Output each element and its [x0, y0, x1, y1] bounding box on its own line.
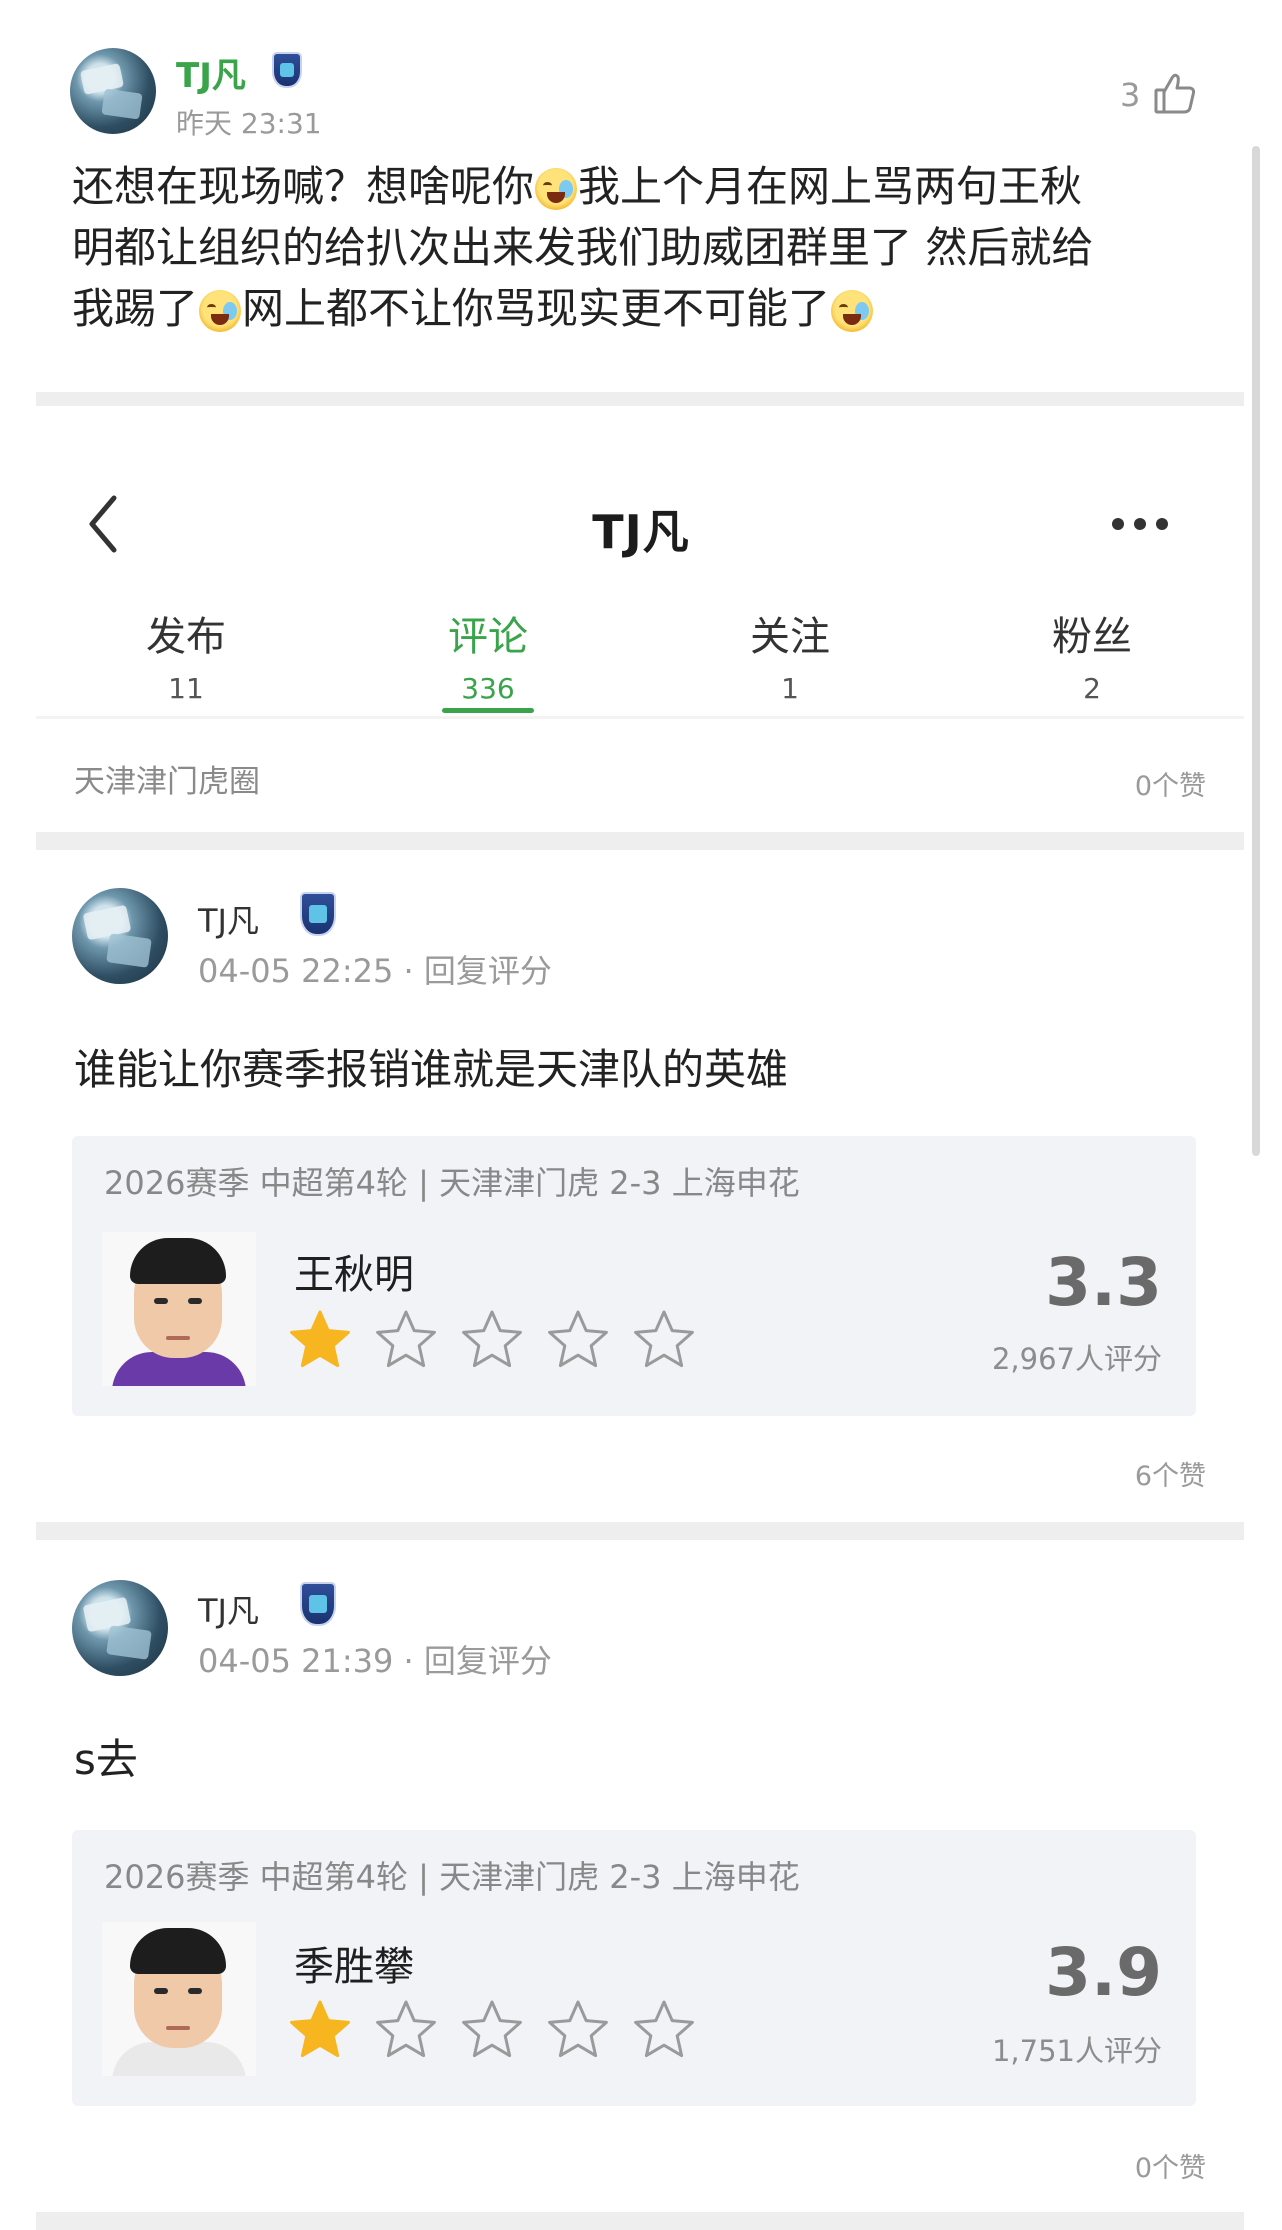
top-comment-line-1: 还想在现场喊？想啥呢你 我上个月在网上骂两句王秋 — [72, 162, 1083, 211]
rater-count: 2,967人评分 — [991, 1342, 1162, 1376]
top-comment-line-2: 明都让组织的给扒次出来发我们助威团群里了 然后就给 — [72, 223, 1094, 272]
top-comment-time: 昨天 23:31 — [176, 107, 322, 140]
star-rating[interactable] — [288, 1308, 696, 1372]
star-empty-icon[interactable] — [632, 1998, 696, 2062]
more-options-button[interactable] — [1110, 514, 1170, 538]
thumbs-up-icon[interactable] — [1152, 70, 1198, 116]
comment-text: 谁能让你赛季报销谁就是天津队的英雄 — [74, 1045, 789, 1094]
star-empty-icon[interactable] — [374, 1308, 438, 1372]
comment-username[interactable]: TJ凡 — [198, 896, 259, 942]
top-comment-username[interactable]: TJ凡 — [176, 48, 246, 97]
star-filled-icon[interactable] — [288, 1308, 352, 1372]
tab-following[interactable]: 关注 1 — [700, 604, 880, 705]
rater-count: 1,751人评分 — [991, 2034, 1162, 2068]
star-empty-icon[interactable] — [460, 1998, 524, 2062]
like-count: 3 — [1120, 76, 1141, 114]
page-title: TJ凡 — [592, 505, 690, 559]
top-comment-avatar[interactable] — [70, 48, 156, 134]
comment-text: s去 — [74, 1735, 138, 1784]
star-filled-icon[interactable] — [288, 1998, 352, 2062]
rating-card[interactable]: 2026赛季 中超第4轮 | 天津津门虎 2-3 上海申花 季胜攀 3.9 1,… — [72, 1830, 1196, 2106]
section-divider — [36, 832, 1244, 850]
tab-comments[interactable]: 评论 336 — [398, 604, 578, 705]
comment-avatar[interactable] — [72, 1580, 168, 1676]
average-score: 3.9 — [1045, 1934, 1162, 2011]
star-empty-icon[interactable] — [546, 1998, 610, 2062]
crying-emoji-icon — [535, 168, 578, 210]
active-tab-indicator — [442, 708, 534, 713]
player-photo — [102, 1232, 256, 1386]
comment-likes: 6个赞 — [1134, 1461, 1206, 1492]
team-badge-icon — [272, 52, 302, 88]
comment-meta: 04-05 22:25 · 回复评分 — [198, 952, 552, 990]
player-name: 王秋明 — [294, 1252, 414, 1298]
comment-avatar[interactable] — [72, 888, 168, 984]
section-divider — [36, 392, 1244, 406]
star-empty-icon[interactable] — [460, 1308, 524, 1372]
top-comment-line-3: 我踢了 网上都不让你骂现实更不可能了 — [72, 278, 1192, 339]
tab-followers[interactable]: 粉丝 2 — [1002, 604, 1182, 705]
team-badge-icon — [300, 892, 336, 936]
section-divider — [36, 2212, 1244, 2230]
rating-card[interactable]: 2026赛季 中超第4轮 | 天津津门虎 2-3 上海申花 王秋明 3.3 2,… — [72, 1136, 1196, 1416]
star-empty-icon[interactable] — [374, 1998, 438, 2062]
star-empty-icon[interactable] — [546, 1308, 610, 1372]
match-info: 2026赛季 中超第4轮 | 天津津门虎 2-3 上海申花 — [104, 1858, 800, 1896]
match-info: 2026赛季 中超第4轮 | 天津津门虎 2-3 上海申花 — [104, 1164, 800, 1202]
section-divider — [36, 1522, 1244, 1540]
top-comment-text: 还想在现场喊？想啥呢你 我上个月在网上骂两句王秋 明都让组织的给扒次出来发我们助威… — [72, 156, 1192, 339]
crying-emoji-icon — [199, 290, 242, 332]
scrollbar[interactable] — [1252, 146, 1260, 1156]
group-name[interactable]: 天津津门虎圈 — [74, 756, 260, 801]
team-badge-icon — [300, 1582, 336, 1626]
player-photo — [102, 1922, 256, 2076]
group-likes: 0个赞 — [1134, 771, 1206, 802]
comment-meta: 04-05 21:39 · 回复评分 — [198, 1642, 552, 1680]
tab-posts[interactable]: 发布 11 — [96, 604, 276, 705]
star-empty-icon[interactable] — [632, 1308, 696, 1372]
tabs-divider — [36, 716, 1244, 719]
average-score: 3.3 — [1045, 1244, 1162, 1321]
comment-likes: 0个赞 — [1134, 2153, 1206, 2184]
player-name: 季胜攀 — [294, 1944, 414, 1990]
crying-emoji-icon — [831, 290, 874, 332]
comment-username[interactable]: TJ凡 — [198, 1586, 259, 1632]
more-dots-icon — [1112, 518, 1168, 530]
star-rating[interactable] — [288, 1998, 696, 2062]
